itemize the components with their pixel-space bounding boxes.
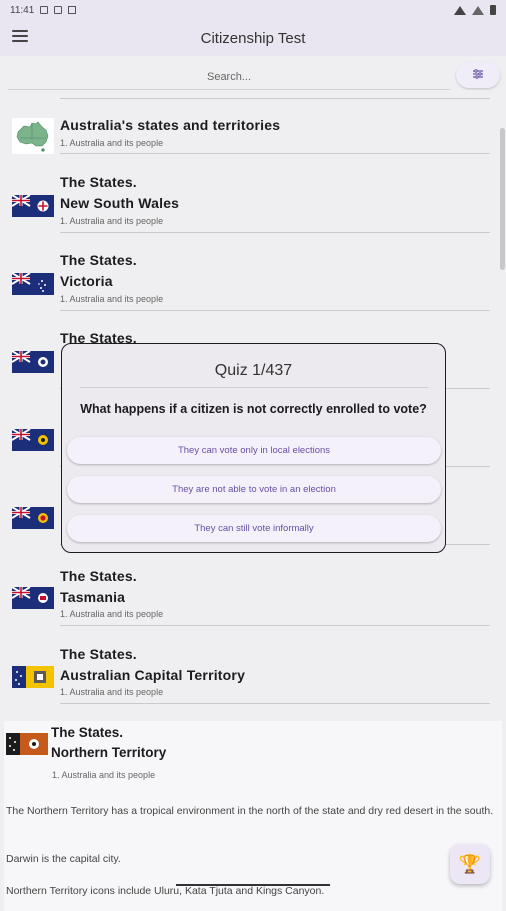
content-paragraph: Darwin is the capital city.: [6, 853, 121, 865]
item-title: Australia's states and territories: [60, 117, 281, 133]
quiz-title: Quiz 1/437: [214, 362, 293, 379]
item-title-2: New South Wales: [60, 195, 180, 211]
divider: [176, 884, 330, 886]
filter-button[interactable]: [456, 62, 500, 88]
scrollbar[interactable]: [500, 128, 505, 270]
content-paragraph: The Northern Territory has a tropical en…: [6, 805, 494, 817]
item-title: The States.: [60, 646, 137, 662]
south-australia-flag-icon: [12, 507, 54, 529]
notification-icons: [40, 6, 77, 14]
divider: [60, 310, 490, 311]
item-title: The States.: [60, 252, 137, 268]
item-subtitle: 1. Australia and its people: [60, 294, 164, 304]
western-australia-flag-icon: [12, 429, 54, 451]
item-title-2: Tasmania: [60, 589, 126, 605]
notification-icon: [68, 6, 77, 14]
list-item[interactable]: The States. Tasmania 1. Australia and it…: [0, 552, 500, 630]
battery-icon: [490, 5, 496, 15]
item-subtitle: 1. Australia and its people: [52, 770, 156, 780]
search-row: [0, 56, 506, 96]
victoria-flag-icon: [12, 273, 54, 295]
answer-button[interactable]: They are not able to vote in an election: [67, 476, 441, 503]
tasmania-flag-icon: [12, 587, 54, 609]
northern-territory-flag-icon: [6, 733, 48, 755]
status-time: 11:41: [10, 4, 35, 16]
divider: [80, 387, 428, 388]
trophy-icon: 🏆: [458, 853, 482, 874]
divider: [60, 98, 490, 99]
act-flag-icon: [12, 666, 54, 688]
app-bar: Citizenship Test: [0, 20, 506, 56]
item-title: The States.: [60, 568, 137, 584]
filter-icon: [472, 66, 484, 84]
item-title: The States.: [51, 725, 124, 740]
divider: [60, 153, 490, 154]
item-title-2: Australian Capital Territory: [60, 667, 246, 683]
signal-icon: [472, 5, 484, 15]
nsw-flag-icon: [12, 195, 54, 217]
item-title-2: Northern Territory: [51, 745, 167, 760]
divider: [60, 703, 490, 704]
item-subtitle: 1. Australia and its people: [60, 609, 164, 619]
list-item[interactable]: The States. Australian Capital Territory…: [0, 630, 500, 710]
list-item[interactable]: The States. Victoria 1. Australia and it…: [0, 240, 500, 318]
app-title: Citizenship Test: [200, 29, 306, 47]
status-bar: 11:41: [0, 0, 506, 20]
answer-button[interactable]: They can still vote informally: [67, 515, 441, 542]
search-input[interactable]: [8, 64, 450, 90]
divider: [60, 232, 490, 233]
item-title-2: Victoria: [60, 273, 113, 289]
trophy-button[interactable]: 🏆: [450, 844, 490, 884]
divider: [60, 625, 490, 626]
list-item[interactable]: Australia's states and territories 1. Au…: [0, 112, 500, 162]
item-subtitle: 1. Australia and its people: [60, 216, 164, 226]
item-subtitle: 1. Australia and its people: [60, 687, 164, 697]
wifi-icon: [454, 5, 466, 15]
quiz-dialog: Quiz 1/437 What happens if a citizen is …: [61, 343, 446, 553]
queensland-flag-icon: [12, 351, 54, 373]
item-subtitle: 1. Australia and its people: [60, 138, 164, 148]
expanded-item-card[interactable]: The States. Northern Territory 1. Austra…: [4, 721, 502, 911]
notification-icon: [54, 6, 63, 14]
notification-icon: [40, 6, 49, 14]
item-title: The States.: [60, 174, 137, 190]
quiz-question: What happens if a citizen is not correct…: [80, 402, 427, 416]
australia-map-icon: [12, 118, 54, 154]
answer-button[interactable]: They can vote only in local elections: [67, 437, 441, 464]
list-item[interactable]: The States. New South Wales 1. Australia…: [0, 162, 500, 240]
menu-icon[interactable]: [12, 30, 28, 44]
